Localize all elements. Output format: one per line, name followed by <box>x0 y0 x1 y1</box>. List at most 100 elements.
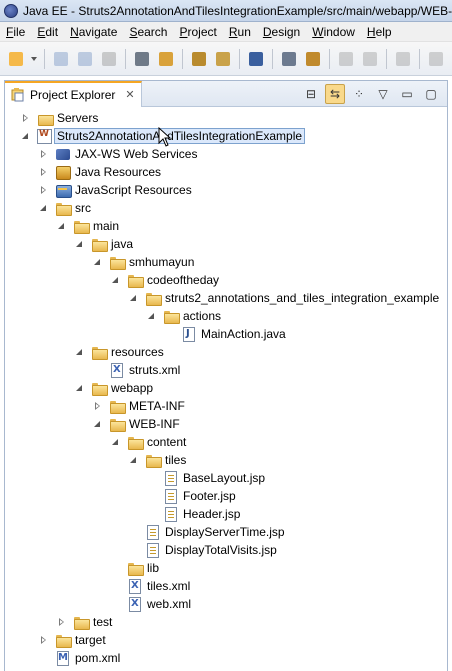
tree-item-label: resources <box>111 345 164 359</box>
tree-item[interactable]: struts.xml <box>93 361 180 379</box>
refresh-button[interactable] <box>303 49 323 69</box>
expanded-arrow-icon[interactable] <box>111 437 121 447</box>
tree-item-label: content <box>147 435 187 449</box>
tree-item[interactable]: DisplayServerTime.jsp <box>129 523 285 541</box>
expanded-arrow-icon[interactable] <box>129 455 139 465</box>
expanded-arrow-icon[interactable] <box>75 383 85 393</box>
tree-item[interactable]: BaseLayout.jsp <box>147 469 265 487</box>
binary-button[interactable] <box>132 49 152 69</box>
project-tree[interactable]: Servers Struts2AnnotationAndTilesIntegrat… <box>5 108 447 671</box>
tree-item[interactable]: target <box>39 631 106 649</box>
tree-item-label: JAX-WS Web Services <box>75 147 198 161</box>
tree-item[interactable]: web.xml <box>111 595 191 613</box>
tree-item[interactable]: JAX-WS Web Services <box>39 145 197 163</box>
tree-item[interactable]: resources <box>75 343 164 361</box>
expanded-arrow-icon[interactable] <box>93 257 103 267</box>
expanded-arrow-icon[interactable] <box>39 203 49 213</box>
open-task-button[interactable] <box>213 49 233 69</box>
toolbar-separator <box>182 48 183 69</box>
menu-search[interactable]: Search <box>123 25 173 39</box>
menu-navigate[interactable]: Navigate <box>64 25 123 39</box>
view-menu-icon[interactable]: ▽ <box>373 84 393 104</box>
menu-window[interactable]: Window <box>306 25 361 39</box>
tree-item[interactable]: JavaScript Resources <box>39 181 192 199</box>
tree-item-label: Header.jsp <box>183 507 241 521</box>
build-button[interactable] <box>156 49 176 69</box>
tree-item[interactable]: Servers <box>21 109 98 127</box>
menu-design[interactable]: Design <box>257 25 306 39</box>
expanded-arrow-icon[interactable] <box>21 131 31 141</box>
folder-icon <box>145 290 162 306</box>
tree-item[interactable]: tiles.xml <box>111 577 190 595</box>
collapsed-arrow-icon[interactable] <box>39 149 49 159</box>
external-tools-button[interactable] <box>279 49 299 69</box>
step-button[interactable] <box>426 49 446 69</box>
redo-button[interactable] <box>360 49 380 69</box>
tree-item[interactable]: Java Resources <box>39 163 161 181</box>
expanded-arrow-icon[interactable] <box>147 311 157 321</box>
tree-item[interactable]: smhumayun <box>93 253 194 271</box>
tree-item[interactable]: tiles <box>129 451 186 469</box>
tree-item[interactable]: webapp <box>75 379 153 397</box>
expanded-arrow-icon[interactable] <box>57 221 67 231</box>
tree-item[interactable]: MainAction.java <box>165 325 286 343</box>
tree-item-label: JavaScript Resources <box>75 183 192 197</box>
tree-item[interactable]: struts2_annotations_and_tiles_integratio… <box>129 289 439 307</box>
open-type-button[interactable] <box>189 49 209 69</box>
tree-item[interactable]: src <box>39 199 91 217</box>
tree-item[interactable]: main <box>57 217 119 235</box>
tree-item[interactable]: Footer.jsp <box>147 487 236 505</box>
view-menu-filter-icon[interactable]: ⁘ <box>349 84 369 104</box>
debug-button[interactable] <box>246 49 266 69</box>
tree-item[interactable]: test <box>57 613 112 631</box>
folder-icon <box>127 272 144 288</box>
tab-project-explorer[interactable]: Project Explorer ✕ <box>5 80 142 107</box>
collapsed-arrow-icon[interactable] <box>57 617 67 627</box>
dropdown-button[interactable] <box>30 49 38 69</box>
forward-icon <box>396 51 410 66</box>
maximize-icon[interactable]: ▢ <box>421 84 441 104</box>
tree-item[interactable]: Struts2AnnotationAndTilesIntegrationExam… <box>21 127 306 145</box>
tree-item[interactable]: DisplayTotalVisits.jsp <box>129 541 277 559</box>
save-all-button[interactable] <box>75 49 95 69</box>
link-with-editor-icon[interactable]: ⇆ <box>325 84 345 104</box>
close-icon[interactable]: ✕ <box>125 88 134 101</box>
collapsed-arrow-icon[interactable] <box>21 113 31 123</box>
menu-file[interactable]: File <box>0 25 31 39</box>
collapsed-arrow-icon[interactable] <box>39 167 49 177</box>
menu-help[interactable]: Help <box>361 25 398 39</box>
tree-item[interactable]: codeoftheday <box>111 271 219 289</box>
minimize-icon[interactable]: ▭ <box>397 84 417 104</box>
expanded-arrow-icon[interactable] <box>75 239 85 249</box>
tree-item[interactable]: Header.jsp <box>147 505 240 523</box>
collapsed-arrow-icon[interactable] <box>93 401 103 411</box>
refresh-icon <box>306 51 320 66</box>
collapse-all-icon[interactable]: ⊟ <box>301 84 321 104</box>
forward-button[interactable] <box>393 49 413 69</box>
tree-item[interactable]: WEB-INF <box>93 415 180 433</box>
tree-item[interactable]: content <box>111 433 186 451</box>
print-button[interactable] <box>99 49 119 69</box>
collapsed-arrow-icon[interactable] <box>39 635 49 645</box>
print-icon <box>102 51 116 66</box>
window-titlebar[interactable]: Java EE - Struts2AnnotationAndTilesInteg… <box>0 0 452 22</box>
menu-project[interactable]: Project <box>173 25 222 39</box>
expanded-arrow-icon[interactable] <box>129 293 139 303</box>
tree-item[interactable]: lib <box>111 559 159 577</box>
tree-item[interactable]: actions <box>147 307 221 325</box>
collapsed-arrow-icon[interactable] <box>39 185 49 195</box>
menu-run[interactable]: Run <box>223 25 257 39</box>
dropdown-icon <box>31 56 37 61</box>
tree-item[interactable]: java <box>75 235 133 253</box>
tree-item[interactable]: META-INF <box>93 397 185 415</box>
tree-item-label: target <box>75 633 106 647</box>
undo-button[interactable] <box>336 49 356 69</box>
menu-edit[interactable]: Edit <box>31 25 64 39</box>
new-button[interactable] <box>6 49 26 69</box>
expanded-arrow-icon[interactable] <box>93 419 103 429</box>
expanded-arrow-icon[interactable] <box>111 275 121 285</box>
folder-icon <box>91 380 108 396</box>
expanded-arrow-icon[interactable] <box>75 347 85 357</box>
save-button[interactable] <box>51 49 71 69</box>
tree-item[interactable]: pom.xml <box>39 649 120 667</box>
